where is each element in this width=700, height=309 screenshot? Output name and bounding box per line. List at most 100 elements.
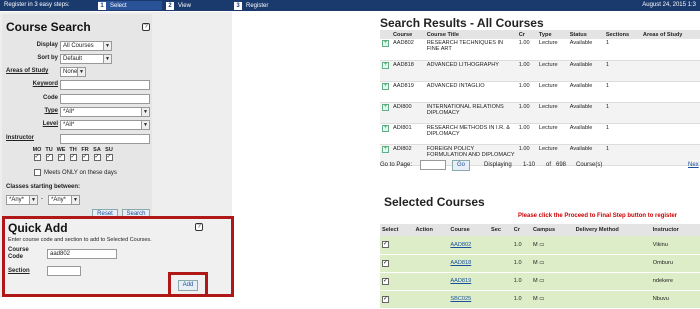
day-label: FR	[81, 147, 89, 153]
add-course-icon[interactable]: +	[382, 145, 389, 153]
col-action: Action	[413, 224, 449, 236]
course-sections: 1	[603, 102, 641, 124]
step-number: 3	[234, 1, 242, 10]
day-sa: SA ✓	[92, 147, 102, 161]
campus-code: M	[533, 241, 538, 248]
select-checkbox[interactable]: ✓	[382, 277, 389, 285]
add-course-icon[interactable]: +	[382, 103, 389, 111]
day-checkbox[interactable]: ✓	[93, 154, 101, 161]
days-row: MO ✓ TU ✓ WE ✓ TH ✓ FR ✓ SA ✓ SU ✓	[32, 147, 114, 161]
section-input[interactable]	[47, 266, 81, 276]
course-status: Available	[567, 39, 604, 61]
course-link[interactable]: AAD802	[450, 242, 471, 248]
code-label: Code	[43, 95, 58, 101]
meets-only-checkbox[interactable]	[34, 169, 41, 176]
range-text: 1-10	[523, 162, 536, 168]
add-course-icon[interactable]: +	[382, 82, 389, 90]
code-input[interactable]	[60, 94, 150, 104]
action-cell	[413, 254, 449, 273]
go-button[interactable]: Go	[452, 160, 470, 171]
right-panel: Search Results - All Courses Course Cour…	[378, 12, 700, 309]
calendar-icon[interactable]: ▭	[539, 242, 544, 248]
campus-code: M	[533, 260, 538, 266]
course-cr: 1.00	[516, 39, 537, 61]
areas-label[interactable]: Areas of Study	[6, 68, 62, 74]
step-label: Select	[110, 2, 127, 9]
course-code-input[interactable]: aad802	[47, 249, 117, 259]
table-row: + AAD802 RESEARCH TECHNIQUES IN FINE ART 1.…	[380, 39, 700, 61]
day-label: SU	[105, 147, 113, 153]
areas-select[interactable]: None ▼	[60, 67, 86, 77]
course-code: ADI800	[391, 102, 425, 124]
col-areas: Areas of Study	[640, 30, 700, 39]
keyword-input[interactable]	[60, 80, 150, 90]
campus-code: M	[533, 278, 538, 284]
col-course: Course	[391, 30, 425, 39]
day-checkbox[interactable]: ✓	[69, 154, 77, 161]
add-course-icon[interactable]: +	[382, 61, 389, 69]
course-cr: 1.00	[516, 102, 537, 124]
course-cr: 1.00	[516, 123, 537, 145]
add-button[interactable]: Add	[178, 280, 198, 291]
step-label: Register	[246, 2, 269, 9]
help-icon[interactable]: ?	[195, 223, 203, 231]
delivery-cell	[573, 290, 651, 309]
results-table: Course Course Title Cr Type Status Secti…	[380, 30, 700, 166]
add-course-icon[interactable]: +	[382, 124, 389, 132]
type-select[interactable]: *All* ▼	[60, 107, 150, 117]
instructor-cell: Nbuvu	[650, 290, 700, 309]
course-cr: 1.00	[516, 60, 537, 82]
top-bar: Register in 3 easy steps: 1 Select 2 View …	[0, 0, 700, 11]
day-th: TH ✓	[68, 147, 78, 161]
areas-value: None	[63, 69, 78, 75]
start-to-select[interactable]: *Any* ▼	[48, 195, 80, 205]
col-course: Course	[448, 224, 489, 236]
course-areas	[640, 81, 700, 103]
day-checkbox[interactable]: ✓	[105, 154, 113, 161]
course-code: AAD802	[391, 39, 425, 61]
course-code-label-line2: Code	[8, 254, 23, 260]
select-checkbox[interactable]: ✓	[382, 259, 389, 267]
goto-page-input[interactable]	[420, 160, 446, 170]
step-view[interactable]: 2 View	[166, 1, 230, 10]
table-row: + ADI800 INTERNATIONAL RELATIONS DIPLOMACY…	[380, 102, 700, 124]
select-checkbox[interactable]: ✓	[382, 241, 389, 249]
display-select[interactable]: All Courses ▼	[60, 41, 112, 51]
col-select: Select	[380, 224, 414, 236]
step-select[interactable]: 1 Select	[98, 1, 162, 10]
keyword-label: Keyword	[32, 81, 58, 87]
displaying-label: Displaying	[484, 162, 512, 168]
course-areas	[640, 102, 700, 124]
day-checkbox[interactable]: ✓	[81, 154, 89, 161]
day-checkbox[interactable]: ✓	[57, 154, 65, 161]
day-label: WE	[56, 147, 66, 153]
col-campus: Campus	[531, 224, 574, 236]
calendar-icon[interactable]: ▭	[539, 260, 544, 266]
instructor-input[interactable]	[60, 134, 150, 144]
add-course-icon[interactable]: +	[382, 40, 389, 47]
sortby-select[interactable]: Default ▼	[60, 54, 112, 64]
course-status: Available	[567, 123, 604, 145]
day-checkbox[interactable]: ✓	[33, 154, 41, 161]
quick-add-instructions: Enter course code and section to add to …	[8, 237, 152, 243]
course-link[interactable]: AAD819	[450, 278, 471, 284]
course-status: Available	[567, 60, 604, 82]
step-number: 2	[166, 1, 174, 10]
day-checkbox[interactable]: ✓	[45, 154, 53, 161]
calendar-icon[interactable]: ▭	[539, 278, 544, 284]
chevron-down-icon: ▼	[103, 42, 111, 50]
step-register[interactable]: 3 Register	[234, 1, 314, 10]
start-from-select[interactable]: *Any* ▼	[6, 195, 38, 205]
col-sec: Sec	[489, 224, 512, 236]
course-search-panel: Course Search ? Display All Courses ▼ Sor…	[2, 14, 152, 220]
instructor-cell: Omburu	[650, 254, 700, 273]
course-areas	[640, 60, 700, 82]
help-icon[interactable]: ?	[142, 23, 150, 31]
day-mo: MO ✓	[32, 147, 42, 161]
next-link[interactable]: Nex	[688, 162, 699, 168]
meets-only-row: Meets ONLY on these days	[34, 169, 117, 176]
course-title: ADVANCED INTAGLIO	[424, 81, 517, 103]
course-sections: 1	[603, 60, 641, 82]
course-link[interactable]: AAD818	[450, 260, 471, 266]
level-select[interactable]: *All* ▼	[60, 120, 150, 130]
